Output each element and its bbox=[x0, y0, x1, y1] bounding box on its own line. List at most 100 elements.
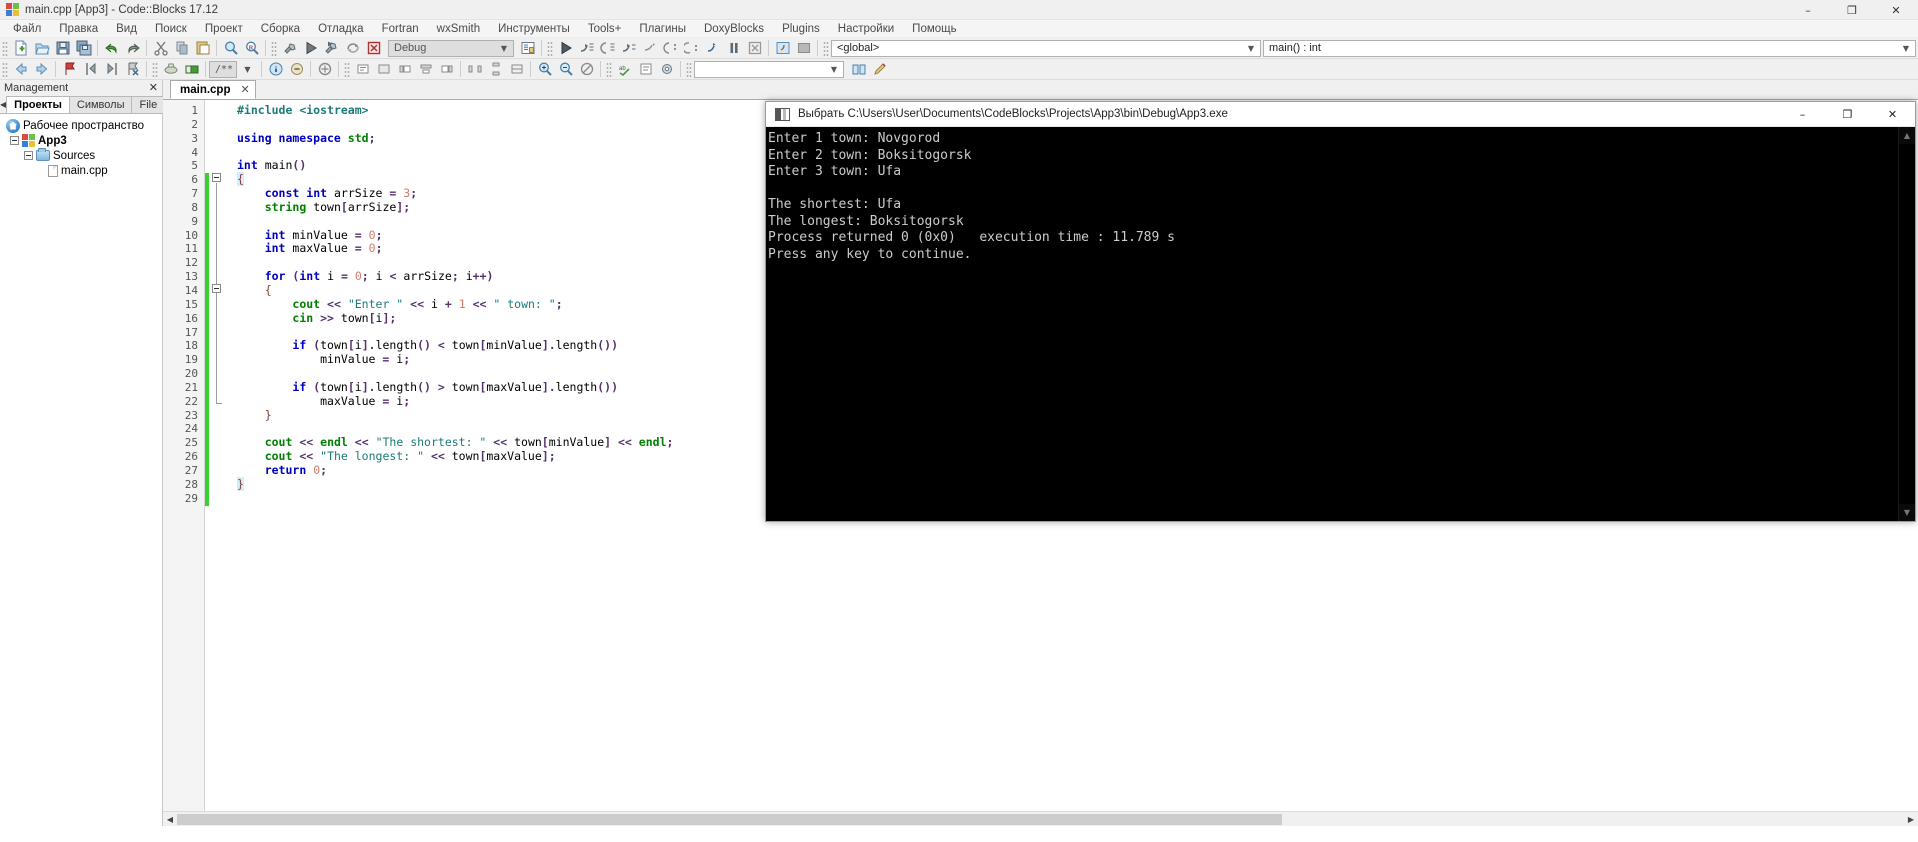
tree-item-workspace[interactable]: Рабочее пространство bbox=[0, 118, 162, 133]
build-and-run-icon[interactable] bbox=[321, 39, 342, 58]
rebuild-icon[interactable] bbox=[342, 39, 363, 58]
zoom-out-icon[interactable] bbox=[555, 60, 576, 79]
menu-tools-plus[interactable]: Tools+ bbox=[579, 20, 631, 38]
chevron-down-icon[interactable]: ▼ bbox=[827, 65, 841, 74]
doxyblocks-extract-icon[interactable] bbox=[160, 60, 181, 79]
editor-tab-main-cpp[interactable]: main.cpp ✕ bbox=[170, 80, 256, 99]
new-file-icon[interactable] bbox=[10, 39, 31, 58]
menu-help[interactable]: Помощь bbox=[903, 20, 965, 38]
build-target-options-icon[interactable] bbox=[517, 39, 538, 58]
comment-style-combo[interactable]: /** *< bbox=[209, 60, 237, 78]
open-file-icon[interactable] bbox=[31, 39, 52, 58]
stop-debugger-icon[interactable] bbox=[744, 39, 765, 58]
console-minimize-button[interactable]: – bbox=[1780, 102, 1825, 127]
tab-projects[interactable]: Проекты bbox=[6, 96, 70, 113]
same-width-icon[interactable] bbox=[506, 60, 527, 79]
menu-settings[interactable]: Настройки bbox=[829, 20, 903, 38]
spell-check-icon[interactable] bbox=[576, 60, 597, 79]
fold-margin[interactable] bbox=[205, 100, 227, 811]
previous-bookmark-icon[interactable] bbox=[80, 60, 101, 79]
cut-icon[interactable] bbox=[150, 39, 171, 58]
project-tree[interactable]: Рабочее пространство App3 Sources main.c… bbox=[0, 114, 162, 826]
forward-icon[interactable] bbox=[31, 60, 52, 79]
pencil-edit-icon[interactable] bbox=[869, 60, 890, 79]
tab-symbols[interactable]: Символы bbox=[68, 96, 133, 113]
save-all-icon[interactable] bbox=[73, 39, 94, 58]
next-instruction-icon[interactable] bbox=[639, 39, 660, 58]
extra-grip[interactable] bbox=[686, 61, 692, 77]
tree-item-sources[interactable]: Sources bbox=[0, 148, 162, 163]
next-bookmark-icon[interactable] bbox=[101, 60, 122, 79]
align-right-icon[interactable] bbox=[436, 60, 457, 79]
scroll-up-icon[interactable]: ▲ bbox=[1899, 127, 1915, 144]
nav-toolbar-grip[interactable] bbox=[2, 61, 8, 77]
abc-check-icon[interactable]: ab bbox=[614, 60, 635, 79]
console-maximize-button[interactable]: ❐ bbox=[1825, 102, 1870, 127]
menu-edit[interactable]: Правка bbox=[50, 20, 107, 38]
menu-fortran[interactable]: Fortran bbox=[373, 20, 428, 38]
console-window[interactable]: Выбрать C:\Users\User\Documents\CodeBloc… bbox=[765, 101, 1916, 522]
comment-style-dropdown-icon[interactable]: ▼ bbox=[237, 60, 258, 79]
scroll-track[interactable] bbox=[1899, 144, 1915, 504]
console-scrollbar[interactable]: ▲ ▼ bbox=[1898, 127, 1915, 521]
insert-block-icon[interactable] bbox=[373, 60, 394, 79]
menu-wxsmith[interactable]: wxSmith bbox=[428, 20, 489, 38]
debug-continue-icon[interactable] bbox=[555, 39, 576, 58]
distribute-v-icon[interactable] bbox=[485, 60, 506, 79]
collapse-toggle[interactable] bbox=[24, 151, 33, 160]
next-line-icon[interactable] bbox=[576, 39, 597, 58]
menu-debug[interactable]: Отладка bbox=[309, 20, 372, 38]
toolbar-grip[interactable] bbox=[2, 40, 8, 56]
doxyblocks-run-icon[interactable] bbox=[181, 60, 202, 79]
compiler-toolbar-grip[interactable] bbox=[271, 40, 277, 56]
tools-plus-icon[interactable] bbox=[314, 60, 335, 79]
doxyblocks-grip[interactable] bbox=[152, 61, 158, 77]
spell-settings-icon[interactable] bbox=[656, 60, 677, 79]
menu-search[interactable]: Поиск bbox=[146, 20, 196, 38]
chevron-down-icon[interactable]: ▼ bbox=[497, 44, 511, 53]
step-into-icon[interactable] bbox=[597, 39, 618, 58]
function-combo[interactable]: main() : int ▼ bbox=[1263, 39, 1916, 57]
menu-file[interactable]: Файл bbox=[4, 20, 50, 38]
horizontal-scrollbar[interactable]: ◀ ▶ bbox=[163, 811, 1918, 826]
dictionary-book-icon[interactable] bbox=[848, 60, 869, 79]
menu-plugins-ru[interactable]: Плагины bbox=[630, 20, 695, 38]
zoom-in-icon[interactable] bbox=[534, 60, 555, 79]
tab-files[interactable]: File bbox=[131, 96, 166, 113]
insert-code-icon[interactable] bbox=[352, 60, 373, 79]
menu-view[interactable]: Вид bbox=[107, 20, 146, 38]
chevron-down-icon[interactable]: ▼ bbox=[244, 65, 250, 74]
distribute-h-icon[interactable] bbox=[464, 60, 485, 79]
align-left-icon[interactable] bbox=[394, 60, 415, 79]
chevron-down-icon[interactable]: ▼ bbox=[1899, 44, 1913, 53]
fortran-refresh-icon[interactable] bbox=[286, 60, 307, 79]
console-close-button[interactable]: ✕ bbox=[1870, 102, 1915, 127]
redo-icon[interactable] bbox=[122, 39, 143, 58]
fortran-info-icon[interactable] bbox=[265, 60, 286, 79]
code-completion-grip[interactable] bbox=[823, 40, 829, 56]
debugger-toolbar-grip[interactable] bbox=[547, 40, 553, 56]
break-debugger-icon[interactable] bbox=[702, 39, 723, 58]
menu-build[interactable]: Сборка bbox=[252, 20, 309, 38]
back-icon[interactable] bbox=[10, 60, 31, 79]
chevron-down-icon[interactable]: ▼ bbox=[1244, 44, 1258, 53]
align-center-icon[interactable] bbox=[415, 60, 436, 79]
menu-doxyblocks[interactable]: DoxyBlocks bbox=[695, 20, 773, 38]
thesaurus-icon[interactable] bbox=[635, 60, 656, 79]
collapse-toggle[interactable] bbox=[10, 136, 19, 145]
scroll-thumb[interactable] bbox=[177, 813, 1282, 825]
step-out-icon[interactable] bbox=[618, 39, 639, 58]
menu-project[interactable]: Проект bbox=[196, 20, 252, 38]
toggle-bookmark-icon[interactable] bbox=[59, 60, 80, 79]
scroll-down-icon[interactable]: ▼ bbox=[1899, 504, 1915, 521]
step-into-instruction-icon[interactable] bbox=[660, 39, 681, 58]
paste-icon[interactable] bbox=[192, 39, 213, 58]
build-icon[interactable] bbox=[279, 39, 300, 58]
scroll-right-icon[interactable]: ▶ bbox=[1904, 812, 1918, 826]
spell-dictionary-combo[interactable]: ▼ bbox=[694, 60, 844, 78]
spell-toolbar-grip[interactable] bbox=[606, 61, 612, 77]
various-info-icon[interactable] bbox=[793, 39, 814, 58]
replace-icon[interactable]: R bbox=[241, 39, 262, 58]
tree-item-project[interactable]: App3 bbox=[0, 133, 162, 148]
scope-combo[interactable]: <global> ▼ bbox=[831, 39, 1261, 57]
